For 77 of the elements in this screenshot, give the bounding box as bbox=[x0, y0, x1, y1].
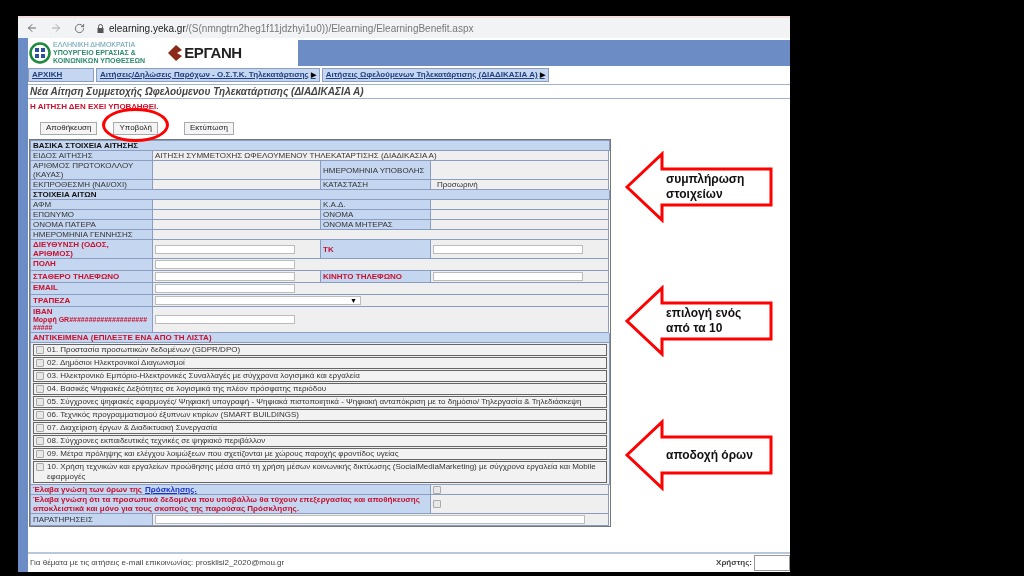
subject-label: 05. Σύγχρονες ψηφιακές εφαρμογές/ Ψηφιακή υπογραφή - Ψηφιακά πιστοποιητικά - Ψηφιακή ανταπόκριση με το δημόσιο/ Τηλεργασία & Τηλεδιάσκεψη bbox=[47, 397, 582, 407]
field-label: ΟΝΟΜΑ ΜΗΤΕΡΑΣ bbox=[323, 220, 393, 229]
input-field[interactable] bbox=[433, 272, 583, 281]
contact-info: Για θέματα με τις αιτήσεις e-mail επικοινωνίας: prosklisi2_2020@mou.gr bbox=[30, 557, 285, 569]
annotation-text: συμπλήρωση στοιχείων bbox=[666, 171, 746, 203]
reload-icon[interactable] bbox=[74, 22, 85, 34]
field-label: IBAN bbox=[33, 307, 54, 316]
field-label: ΚΑΤΑΣΤΑΣΗ bbox=[323, 180, 368, 189]
subject-label: 02. Δημόσιοι Ηλεκτρονικοί Διαγωνισμοί bbox=[47, 358, 185, 368]
field-label: ΤΡΑΠΕΖΑ bbox=[33, 296, 71, 305]
subject-label: 01. Προστασία προσωπικών δεδομένων (GDPR/DPO) bbox=[47, 345, 241, 355]
field-label: ΟΝΟΜΑ bbox=[323, 210, 354, 219]
subject-label: 10. Χρήση τεχνικών και εργαλείων προώθησης μέσα από τη χρήση μέσων κοινωνικής δικτύωσης (SocialMediaMarketing) με σύγχρονα εργαλεία και Mobile εφαρμογές bbox=[47, 462, 597, 482]
lock-icon bbox=[97, 23, 104, 33]
input-field[interactable] bbox=[155, 515, 585, 524]
field-label: ΗΜΕΡΟΜΗΝΙΑ ΥΠΟΒΟΛΗΣ bbox=[323, 165, 425, 175]
field-label: ΗΜΕΡΟΜΗΝΙΑ ΓΕΝΝΗΣΗΣ bbox=[33, 230, 133, 239]
input-field[interactable] bbox=[155, 272, 295, 281]
subject-checkbox[interactable] bbox=[36, 346, 44, 354]
subject-label: 04. Βασικές Ψηφιακές Δεξιότητες σε λογισμικά της πλέον πρόσφατης περιόδου bbox=[47, 384, 327, 394]
invitation-link[interactable]: Πρόσκλησης. bbox=[145, 485, 197, 494]
field-label: Κ.Α.Δ. bbox=[323, 200, 346, 209]
page-title: Νέα Αίτηση Συμμετοχής Ωφελούμενου Τηλεκατάρτισης (ΔΙΑΔΙΚΑΣΙΑ Α) bbox=[30, 85, 364, 99]
section-heading: ΑΝΤΙΚΕΙΜΕΝΑ (ΕΠΙΛΕΞΤΕ ΕΝΑ ΑΠΟ ΤΗ ΛΙΣΤΑ) bbox=[33, 333, 212, 342]
section-heading: ΒΑΣΙΚΑ ΣΤΟΙΧΕΙΑ ΑΙΤΗΣΗΣ bbox=[33, 141, 138, 150]
subject-checkbox[interactable] bbox=[36, 411, 44, 419]
subject-checkbox[interactable] bbox=[36, 385, 44, 393]
subject-label: 09. Μέτρα πρόληψης και ελέγχου λοιμώξεων που σχετίζονται με χώρους παροχής φροντίδος υγείας bbox=[47, 449, 399, 459]
field-label: ΠΟΛΗ bbox=[33, 259, 57, 268]
input-field[interactable] bbox=[433, 244, 583, 254]
emblem-icon bbox=[29, 42, 51, 64]
terms-text: Έλαβα γνώση ότι τα προσωπικά δεδομένα που υποβάλλω θα τύχουν επεξεργασίας και αποθήκευσης αποκλειστικά και μόνο για τους σκοπούς της παρούσας Πρόσκλησης. bbox=[33, 495, 421, 513]
input-field[interactable] bbox=[155, 284, 295, 293]
field-label: ΔΙΕΥΘΥΝΣΗ (ΟΔΟΣ, ΑΡΙΘΜΟΣ) bbox=[33, 240, 110, 258]
subject-checkbox[interactable] bbox=[36, 424, 44, 432]
field-label: ΑΦΜ bbox=[33, 200, 52, 209]
terms-text: Έλαβα γνώση των όρων της bbox=[33, 485, 142, 494]
forward-icon[interactable] bbox=[50, 22, 62, 34]
field-label: ΕΠΩΝΥΜΟ bbox=[33, 210, 75, 219]
field-label: ΟΝΟΜΑ ΠΑΤΕΡΑ bbox=[33, 220, 96, 229]
input-field[interactable] bbox=[155, 260, 295, 269]
subject-checkbox[interactable] bbox=[36, 372, 44, 380]
field-label: ΤΚ bbox=[323, 244, 334, 254]
annotation-text: αποδοχή όρων bbox=[666, 446, 754, 464]
subject-checkbox[interactable] bbox=[36, 437, 44, 445]
input-field[interactable] bbox=[155, 244, 295, 254]
subject-checkbox[interactable] bbox=[36, 450, 44, 458]
terms-checkbox[interactable] bbox=[433, 500, 441, 508]
field-label: ΕΙΔΟΣ ΑΙΤΗΣΗΣ bbox=[33, 151, 93, 160]
form-button[interactable]: Αποθήκευση bbox=[40, 121, 98, 135]
ergani-emblem-icon bbox=[167, 44, 184, 62]
form-button[interactable]: Εκτύπωση bbox=[183, 121, 234, 135]
nav-link[interactable]: ΑΡΧΙΚΗ bbox=[28, 68, 94, 82]
field-label: ΣΤΑΘΕΡΟ ΤΗΛΕΦΩΝΟ bbox=[33, 272, 120, 281]
subject-label: 08. Σύγχρονες εκπαιδευτικές τεχνικές σε ψηφιακό περιβάλλον bbox=[47, 436, 266, 446]
field-label: ΚΙΝΗΤΟ ΤΗΛΕΦΩΝΟ bbox=[323, 272, 403, 281]
field-value: Προσωρινή bbox=[437, 180, 478, 189]
section-heading: ΣΤΟΙΧΕΙΑ ΑΙΤΩΝ bbox=[33, 190, 97, 199]
back-icon[interactable] bbox=[26, 22, 38, 34]
field-label: ΠΑΡΑΤΗΡΗΣΕΙΣ bbox=[33, 515, 93, 524]
subject-label: 03. Ηλεκτρονικό Εμπόριο-Ηλεκτρονικές Συναλλαγές με σύγχρονα λογισμικά και εργαλεία bbox=[47, 371, 360, 381]
user-label: Χρήστης: bbox=[716, 557, 752, 569]
field-value: ΑΙΤΗΣΗ ΣΥΜΜΕΤΟΧΗΣ ΩΦΕΛΟΥΜΕΝΟΥ ΤΗΛΕΚΑΤΑΡΤΙΣΗΣ (ΔΙΑΔΙΚΑΣΙΑ Α) bbox=[155, 151, 437, 160]
status-message: Η ΑΙΤΗΣΗ ΔΕΝ ΕΧΕΙ ΥΠΟΒΛΗΘΕΙ. bbox=[30, 102, 160, 112]
subject-checkbox[interactable] bbox=[36, 359, 44, 367]
terms-checkbox[interactable] bbox=[433, 485, 441, 494]
subject-label: 07. Διαχείριση έργων & Διαδικτυακή Συνεργασία bbox=[47, 423, 218, 433]
ergani-logo: ΕΡΓΑΝΗ bbox=[184, 42, 242, 63]
subject-checkbox[interactable] bbox=[36, 398, 44, 406]
form-button[interactable]: Υποβολή bbox=[113, 121, 158, 135]
subject-label: 06. Τεχνικός προγραμματισμού έξυπνων κτιρίων (SMART BUILDINGS) bbox=[47, 410, 299, 420]
field-label: EMAIL bbox=[33, 283, 59, 292]
annotation-text: επιλογή ενός από τα 10 bbox=[666, 305, 743, 337]
input-field[interactable] bbox=[155, 315, 295, 324]
subject-checkbox[interactable] bbox=[36, 463, 44, 471]
field-label: ΑΡΙΘΜΟΣ ΠΡΩΤΟΚΟΛΛΟΥ (ΚΑΥΑΣ) bbox=[33, 161, 135, 179]
field-label: ΕΚΠΡΟΘΕΣΜΗ (ΝΑΙ/ΟΧΙ) bbox=[33, 180, 127, 189]
